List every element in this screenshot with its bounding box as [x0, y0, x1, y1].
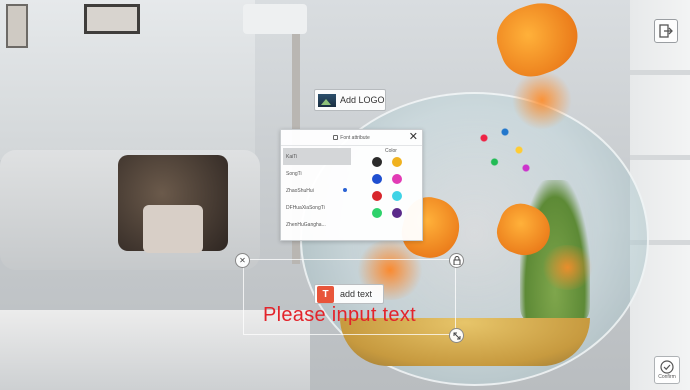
font-item-dfhuaxiasongti[interactable]: DFHuaXiaSongTi [283, 199, 351, 216]
exit-icon [659, 24, 673, 38]
font-item-label: ZhaoShuHui [286, 187, 314, 194]
color-swatch[interactable] [372, 174, 382, 184]
font-item-zhenhugangha[interactable]: ZhenHuGangha... [283, 216, 351, 233]
resize-handle[interactable] [449, 328, 464, 343]
font-item-label: KaiTi [286, 153, 298, 160]
lock-handle[interactable] [449, 253, 464, 268]
color-swatch[interactable] [392, 157, 402, 167]
color-swatch[interactable] [392, 174, 402, 184]
color-swatch[interactable] [392, 208, 402, 218]
font-list: KaiTi SongTi ZhaoShuHui DFHuaXiaSongTi Z… [283, 148, 351, 233]
color-swatch-grid [369, 157, 419, 218]
confirm-button[interactable]: Confirm [654, 356, 680, 384]
goldfish [488, 0, 588, 86]
font-item-songti[interactable]: SongTi [283, 165, 351, 182]
shelf-board [630, 70, 690, 75]
color-swatch[interactable] [372, 208, 382, 218]
add-text-label: add text [340, 289, 373, 299]
goldfish-fin [540, 245, 595, 290]
color-picker: Color [369, 148, 419, 218]
color-swatch[interactable] [392, 191, 402, 201]
panel-header: Font attribute ✕ [281, 130, 422, 146]
resize-icon [453, 332, 460, 339]
color-swatch[interactable] [372, 191, 382, 201]
delete-handle[interactable]: ✕ [235, 253, 250, 268]
lock-icon [333, 135, 339, 140]
exit-button[interactable] [654, 19, 678, 43]
confirm-label: Confirm [658, 374, 676, 380]
lock-icon [453, 256, 460, 265]
font-attribute-panel: Font attribute ✕ KaiTi SongTi ZhaoShuHui… [280, 129, 423, 241]
picture-frame [84, 4, 140, 34]
cushion [143, 205, 203, 253]
close-icon: ✕ [239, 256, 246, 265]
image-icon [318, 93, 336, 107]
panel-title: Font attribute [333, 134, 370, 141]
text-icon: T [317, 285, 334, 303]
goldfish-fin [512, 70, 572, 130]
shelf-board [630, 155, 690, 160]
selection-dot-icon [343, 188, 347, 192]
text-input-area[interactable]: Please input text [263, 303, 443, 327]
panel-title-text: Font attribute [340, 134, 370, 141]
color-swatch[interactable] [372, 157, 382, 167]
colored-pebbles [470, 120, 540, 180]
add-logo-label: Add LOGO [340, 95, 385, 105]
close-icon[interactable]: ✕ [409, 131, 418, 143]
font-item-label: DFHuaXiaSongTi [286, 204, 325, 211]
lamp-shade [243, 4, 307, 34]
font-item-label: ZhenHuGangha... [286, 221, 326, 228]
check-circle-icon [660, 360, 674, 374]
add-text-button[interactable]: T add text [314, 284, 384, 304]
font-item-kaiti[interactable]: KaiTi [283, 148, 351, 165]
font-item-label: SongTi [286, 170, 302, 177]
add-logo-button[interactable]: Add LOGO [314, 89, 386, 111]
color-label: Color [385, 148, 397, 154]
font-item-zhaoshuhui[interactable]: ZhaoShuHui [283, 182, 351, 199]
picture-frame [6, 4, 28, 48]
